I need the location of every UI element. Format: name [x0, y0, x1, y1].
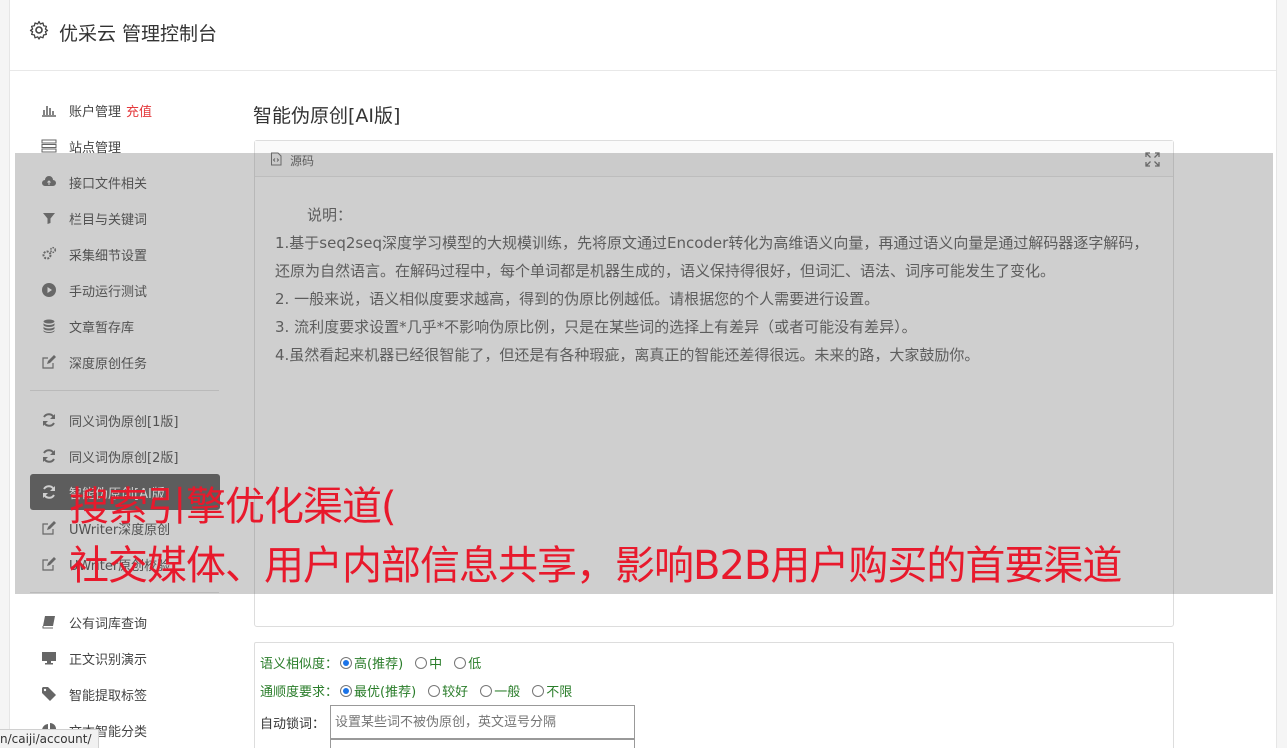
tag-icon: [41, 686, 57, 702]
radio-label: 较好: [442, 685, 469, 700]
options-panel: 语义相似度： 高(推荐) 中 低 通顺度要求： 最优(推荐) 较好 一般 不限 自动锁词：: [254, 642, 1174, 748]
radio-option[interactable]: 较好: [428, 681, 468, 700]
lock-words-label: 自动锁词：: [260, 717, 326, 732]
radio-option[interactable]: 低: [454, 653, 481, 672]
radio-button[interactable]: [428, 684, 441, 697]
similarity-label: 语义相似度：: [260, 657, 339, 673]
desktop-icon: [41, 650, 57, 666]
overlay-text-line2: 社交媒体、用户内部信息共享，影响B2B用户购买的首要渠道: [69, 543, 1122, 589]
fluency-label: 通顺度要求：: [260, 685, 339, 701]
secondary-input[interactable]: [330, 739, 635, 748]
server-icon: [41, 138, 57, 154]
radio-option[interactable]: 一般: [480, 681, 520, 700]
radio-button[interactable]: [532, 684, 545, 697]
radio-label: 低: [468, 657, 482, 672]
sidebar-item-label: 账户管理: [69, 104, 122, 120]
recharge-link[interactable]: 充值: [126, 101, 152, 120]
radio-option[interactable]: 最优(推荐): [340, 681, 416, 700]
radio-option[interactable]: 高(推荐): [340, 653, 403, 672]
radio-button[interactable]: [340, 684, 353, 697]
lock-words-input[interactable]: [330, 705, 635, 739]
sidebar-item[interactable]: 正文识别演示: [30, 640, 220, 676]
fluency-row: 通顺度要求： 最优(推荐) 较好 一般 不限: [260, 681, 584, 701]
sidebar-item[interactable]: 智能提取标签: [30, 676, 220, 712]
status-bar-url: n/caiji/account/: [0, 729, 99, 748]
radio-button[interactable]: [454, 656, 467, 669]
sidebar-item-label: 公有词库查询: [69, 616, 148, 632]
bar-chart-icon: [41, 102, 57, 118]
sidebar-item[interactable]: 账户管理 充值: [30, 92, 220, 128]
lock-words-row: 自动锁词：: [260, 713, 327, 732]
sidebar-item-label: 正文识别演示: [69, 652, 148, 668]
radio-label: 中: [429, 657, 443, 672]
page-title: 智能伪原创[AI版]: [253, 105, 401, 127]
radio-button[interactable]: [480, 684, 493, 697]
radio-button[interactable]: [415, 656, 428, 669]
sidebar-item[interactable]: 公有词库查询: [30, 604, 220, 640]
radio-label: 一般: [494, 685, 521, 700]
gear-icon: [29, 20, 49, 40]
radio-label: 不限: [546, 685, 573, 700]
sidebar-item-label: 智能提取标签: [69, 688, 148, 704]
app-title: 优采云 管理控制台: [59, 23, 218, 45]
radio-button[interactable]: [340, 656, 353, 669]
book-icon: [41, 614, 57, 630]
radio-label: 最优(推荐): [354, 685, 417, 700]
top-bar: 优采云 管理控制台: [10, 0, 1276, 71]
similarity-row: 语义相似度： 高(推荐) 中 低: [260, 653, 493, 673]
radio-option[interactable]: 中: [415, 653, 442, 672]
radio-option[interactable]: 不限: [532, 681, 572, 700]
radio-label: 高(推荐): [354, 657, 404, 672]
overlay-text-line1: 搜索引擎优化渠道(: [69, 484, 397, 530]
